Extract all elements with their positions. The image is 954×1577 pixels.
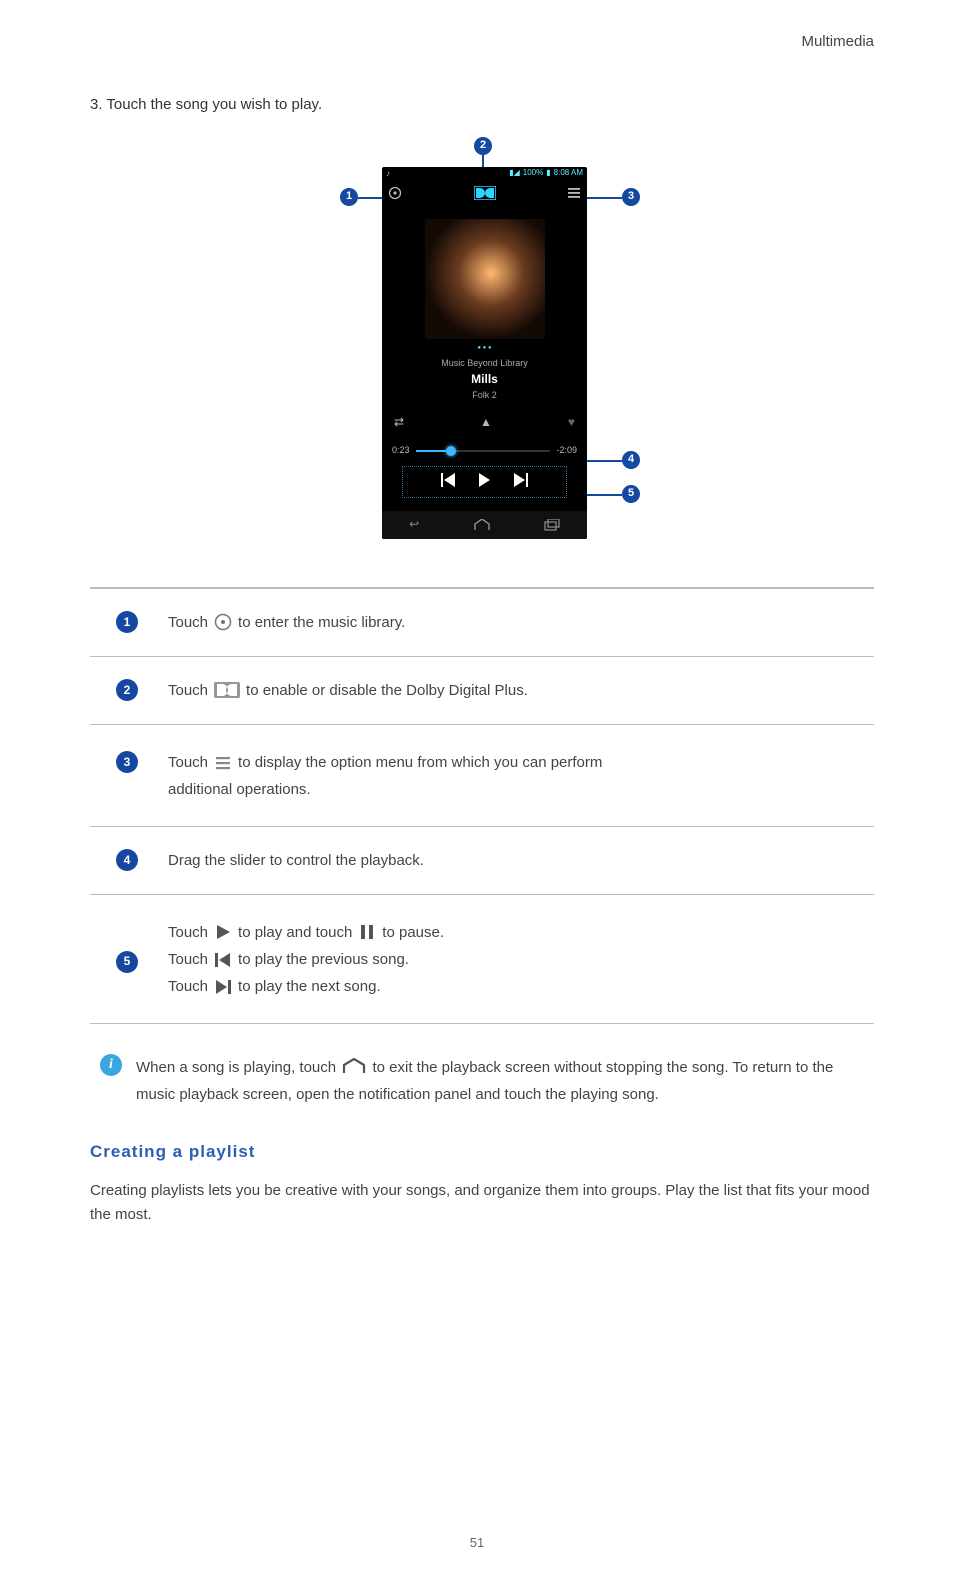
progress-row: 0:23 -2:09: [382, 438, 587, 462]
step-text: Touch the song you wish to play.: [106, 96, 322, 113]
row2-post: to enable or disable the Dolby Digital P…: [246, 679, 528, 702]
play-icon: [214, 924, 232, 940]
home-icon: [342, 1058, 366, 1074]
dolby-icon[interactable]: [474, 186, 496, 200]
row1-pre: Touch: [168, 611, 208, 634]
step-3: 3. Touch the song you wish to play.: [90, 93, 874, 116]
row-badge-2: 2: [116, 679, 138, 701]
row-badge-1: 1: [116, 611, 138, 633]
row3-post-a: to display the option menu from which yo…: [238, 751, 602, 774]
previous-icon: [214, 952, 232, 968]
status-bar: ♪ ▮◢ 100% ▮ 8:08 AM: [382, 167, 587, 181]
signal-icon: ▮◢: [509, 167, 520, 179]
phone-mockup: ♪ ▮◢ 100% ▮ 8:08 AM: [382, 167, 587, 539]
row3-pre: Touch: [168, 751, 208, 774]
tip-pre: When a song is playing, touch: [136, 1059, 336, 1076]
battery-icon: ▮: [546, 167, 550, 179]
row5a-post: to pause.: [382, 921, 444, 944]
section-header: Multimedia: [90, 30, 874, 53]
page-dots: ● ● ●: [382, 345, 587, 351]
previous-icon[interactable]: [441, 473, 457, 487]
subsection-paragraph: Creating playlists lets you be creative …: [90, 1179, 874, 1226]
pause-icon: [358, 924, 376, 940]
info-icon: i: [100, 1054, 122, 1076]
library-label: Music Beyond Library: [382, 357, 587, 371]
elapsed-time: 0:23: [392, 444, 410, 458]
menu-icon: [214, 755, 232, 771]
explanation-table: 1 Touch to enter the music library. 2 To…: [90, 587, 874, 1024]
play-icon[interactable]: [477, 473, 491, 487]
callout-line-3: [584, 197, 622, 199]
table-row: 3 Touch to display the option menu from …: [90, 725, 874, 827]
table-row: 2 Touch to enable or disable the Dolby D…: [90, 657, 874, 725]
album-name: Folk 2: [382, 389, 587, 403]
library-icon: [214, 614, 232, 630]
row5c-pre: Touch: [168, 975, 208, 998]
subsection-title: Creating a playlist: [90, 1139, 874, 1165]
nav-home-icon[interactable]: [474, 519, 490, 531]
row2-pre: Touch: [168, 679, 208, 702]
player-topbar: [382, 181, 587, 205]
music-note-icon: ♪: [386, 167, 390, 181]
table-row: 5 Touch to play and touch to pause. Touc…: [90, 895, 874, 1024]
row5a-mid: to play and touch: [238, 921, 352, 944]
row-badge-4: 4: [116, 849, 138, 871]
shuffle-icon[interactable]: ⇄: [394, 413, 404, 432]
callout-badge-2: 2: [474, 137, 492, 155]
control-row: ⇄ ▲ ♥: [382, 403, 587, 438]
callout-badge-4: 4: [622, 451, 640, 469]
row3-post-b: additional operations.: [168, 778, 311, 801]
callout-badge-5: 5: [622, 485, 640, 503]
figure-area: 2 1 3 4 5 ♪ ▮◢ 100% ▮ 8:08 AM: [90, 137, 874, 557]
row5c-post: to play the next song.: [238, 975, 381, 998]
figure: 2 1 3 4 5 ♪ ▮◢ 100% ▮ 8:08 AM: [302, 137, 662, 557]
progress-thumb[interactable]: [446, 446, 456, 456]
next-icon: [214, 979, 232, 995]
page-number: 51: [0, 1533, 954, 1553]
table-row: 1 Touch to enter the music library.: [90, 589, 874, 657]
menu-icon[interactable]: [567, 186, 581, 200]
transport-controls: [402, 466, 567, 498]
tip-text: When a song is playing, touch to exit th…: [136, 1054, 874, 1110]
status-time: 8:08 AM: [554, 167, 583, 179]
battery-percent: 100%: [523, 167, 543, 179]
up-arrow-icon[interactable]: ▲: [480, 413, 492, 432]
row-badge-5: 5: [116, 951, 138, 973]
row5a-pre: Touch: [168, 921, 208, 944]
row1-post: to enter the music library.: [238, 611, 405, 634]
nav-recent-icon[interactable]: [544, 519, 560, 531]
nav-back-icon[interactable]: ↩: [409, 515, 419, 534]
favorite-icon[interactable]: ♥: [568, 413, 575, 432]
track-meta: Music Beyond Library Mills Folk 2: [382, 357, 587, 403]
row5b-post: to play the previous song.: [238, 948, 409, 971]
tip-box: i When a song is playing, touch to exit …: [100, 1054, 874, 1110]
callout-badge-3: 3: [622, 188, 640, 206]
next-icon[interactable]: [512, 473, 528, 487]
table-row: 4 Drag the slider to control the playbac…: [90, 827, 874, 895]
library-icon[interactable]: [388, 186, 402, 200]
row5b-pre: Touch: [168, 948, 208, 971]
callout-badge-1: 1: [340, 188, 358, 206]
step-number: 3.: [90, 96, 103, 113]
progress-slider[interactable]: [416, 450, 551, 452]
remaining-time: -2:09: [556, 444, 577, 458]
track-title: Mills: [382, 370, 587, 389]
dolby-icon: [214, 682, 240, 698]
album-art: [425, 219, 545, 339]
row-badge-3: 3: [116, 751, 138, 773]
row4-text: Drag the slider to control the playback.: [168, 849, 424, 872]
android-navbar: ↩: [382, 511, 587, 539]
